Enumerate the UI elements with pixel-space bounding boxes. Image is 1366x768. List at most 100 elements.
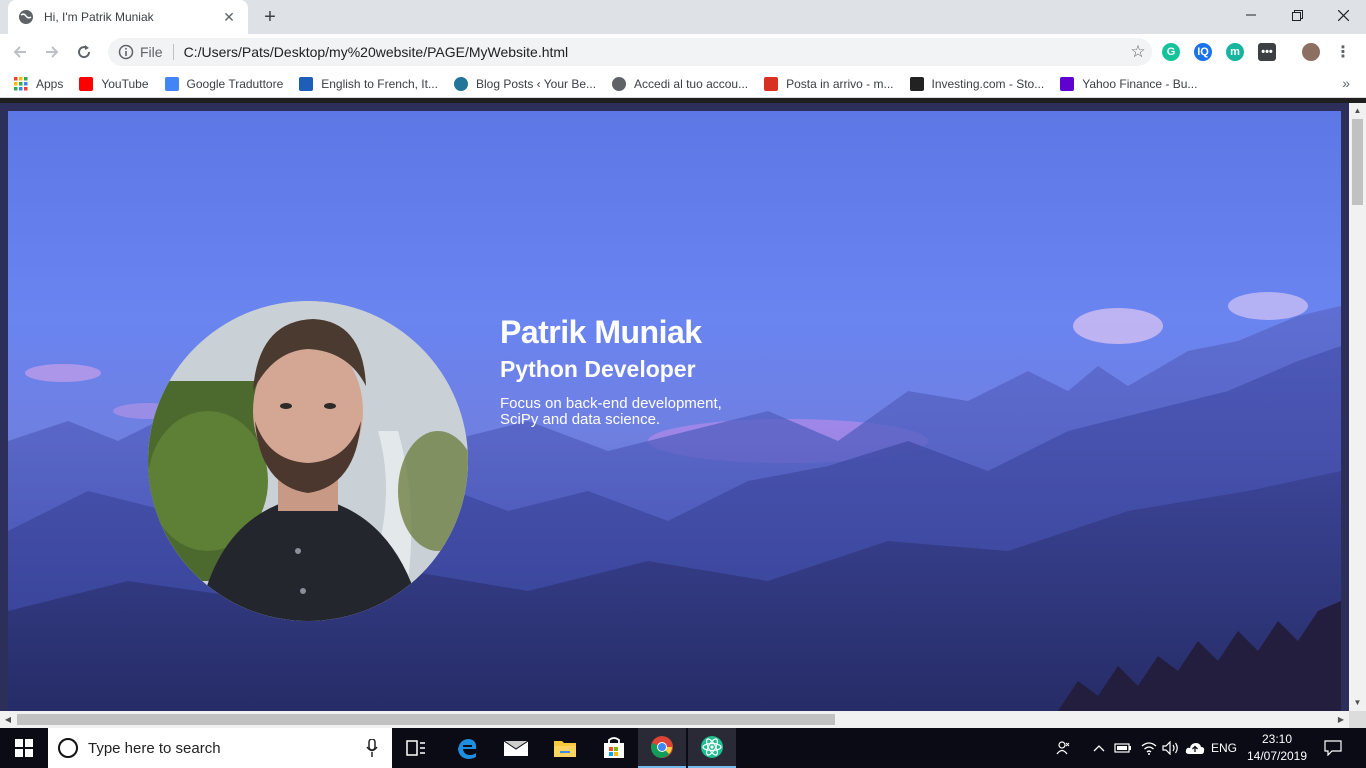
volume-icon[interactable] (1160, 728, 1182, 768)
bookmark-star-icon[interactable]: ☆ (1124, 42, 1152, 62)
language-indicator[interactable]: ENG (1208, 728, 1240, 768)
arrow-right-icon (46, 46, 59, 58)
bookmark-item[interactable]: Blog Posts ‹ Your Be... (453, 76, 597, 91)
bookmark-label: Yahoo Finance - Bu... (1082, 76, 1198, 91)
wifi-icon[interactable] (1138, 728, 1160, 768)
mail-button[interactable] (492, 728, 540, 768)
vertical-scrollbar[interactable]: ▲ ▼ (1349, 103, 1366, 711)
page-viewport: Patrik Muniak Python Developer Focus on … (0, 103, 1349, 711)
bookmark-item[interactable]: Yahoo Finance - Bu... (1060, 76, 1198, 91)
chrome-icon (651, 736, 673, 758)
google-translate-icon (164, 76, 179, 91)
portrait-illustration (148, 301, 468, 621)
forward-button[interactable] (36, 36, 68, 68)
iq-extension-icon[interactable]: IQ (1194, 43, 1212, 61)
bookmark-item[interactable]: English to French, It... (299, 76, 438, 91)
investing-icon (909, 76, 924, 91)
bookmark-item[interactable]: Investing.com - Sto... (909, 76, 1045, 91)
new-tab-button[interactable]: + (258, 6, 282, 30)
bookmark-item[interactable]: Accedi al tuo accou... (612, 76, 748, 91)
store-bag-icon (604, 737, 624, 758)
reload-icon (78, 45, 91, 59)
url-text[interactable]: C:/Users/Pats/Desktop/my%20website/PAGE/… (184, 44, 1124, 60)
vertical-scroll-thumb[interactable] (1352, 119, 1363, 205)
bookmark-item[interactable]: YouTube (79, 76, 149, 91)
scrollbar-corner (1349, 711, 1366, 728)
youtube-icon (79, 76, 94, 91)
start-button[interactable] (0, 728, 48, 768)
m-extension-icon[interactable]: m (1226, 43, 1244, 61)
grammarly-icon[interactable]: G (1162, 43, 1180, 61)
restore-icon (1291, 9, 1303, 21)
tab-strip: Hi, I'm Patrik Muniak ✕ + (0, 0, 1366, 34)
close-icon (1337, 9, 1349, 21)
scroll-down-icon[interactable]: ▼ (1349, 695, 1366, 711)
edge-icon (458, 739, 477, 759)
yahoo-icon (1060, 76, 1075, 91)
microphone-icon[interactable] (366, 739, 378, 757)
gmail-icon (764, 76, 779, 91)
tab-title: Hi, I'm Patrik Muniak (44, 10, 154, 24)
bookmark-item[interactable]: Google Traduttore (164, 76, 284, 91)
taskbar-search[interactable]: Type here to search (48, 728, 392, 768)
scroll-left-icon[interactable]: ◀ (0, 711, 16, 728)
bookmark-label: Blog Posts ‹ Your Be... (475, 76, 597, 91)
back-button[interactable] (4, 36, 36, 68)
wordreference-icon (299, 76, 314, 91)
chrome-taskbar-button[interactable] (638, 728, 686, 768)
file-explorer-button[interactable] (541, 728, 589, 768)
hero-description-line: SciPy and data science. (500, 411, 661, 428)
scroll-up-icon[interactable]: ▲ (1349, 103, 1366, 119)
chrome-menu-icon[interactable]: ⋮ (1334, 43, 1352, 61)
bookmark-label: English to French, It... (321, 76, 438, 91)
clock-date: 14/07/2019 (1246, 749, 1308, 763)
bookmark-label: Investing.com - Sto... (931, 76, 1045, 91)
browser-tab[interactable]: Hi, I'm Patrik Muniak ✕ (8, 0, 248, 34)
minimize-button[interactable] (1228, 0, 1274, 30)
address-bar[interactable]: File C:/Users/Pats/Desktop/my%20website/… (108, 38, 1152, 66)
folder-icon (554, 741, 576, 757)
profile-avatar[interactable] (1302, 43, 1320, 61)
atom-taskbar-button[interactable] (688, 728, 736, 768)
close-window-button[interactable] (1320, 0, 1366, 30)
scroll-right-icon[interactable]: ▶ (1333, 711, 1349, 728)
arrow-left-icon (13, 46, 26, 58)
people-icon[interactable] (1052, 728, 1076, 768)
hero-description: Focus on back-end development, SciPy and… (500, 396, 820, 428)
bookmark-label: Apps (36, 76, 64, 91)
close-tab-icon[interactable]: ✕ (220, 9, 238, 26)
reload-button[interactable] (68, 36, 100, 68)
horizontal-scrollbar[interactable]: ◀ ▶ (0, 711, 1349, 728)
store-button[interactable] (590, 728, 638, 768)
windows-logo-icon (15, 739, 33, 757)
edge-button[interactable] (443, 728, 491, 768)
info-icon[interactable] (118, 44, 134, 60)
bookmark-item[interactable]: Posta in arrivo - m... (764, 76, 894, 91)
clock[interactable]: 23:10 14/07/2019 (1238, 731, 1316, 765)
hero-name: Patrik Muniak (500, 314, 702, 350)
bookmarks-bar: Apps YouTube Google Traduttore English to F… (0, 70, 1366, 98)
hero-section: Patrik Muniak Python Developer Focus on … (8, 111, 1341, 711)
atom-icon (701, 736, 723, 758)
horizontal-scroll-thumb[interactable] (17, 714, 835, 725)
chevron-up-icon[interactable] (1090, 728, 1108, 768)
clock-time: 23:10 (1261, 732, 1293, 746)
onedrive-cloud-icon[interactable] (1183, 728, 1207, 768)
bookmarks-overflow-icon[interactable]: » (1342, 75, 1350, 91)
bookmark-label: Google Traduttore (186, 76, 284, 91)
bookmark-label: YouTube (101, 76, 149, 91)
bookmark-item[interactable]: Apps (14, 76, 64, 91)
task-view-button[interactable] (392, 728, 440, 768)
more-extension-icon[interactable]: ••• (1258, 43, 1276, 61)
task-view-icon (406, 740, 425, 756)
action-center-icon[interactable] (1318, 728, 1348, 768)
hero-role: Python Developer (500, 356, 696, 382)
apps-grid-icon (14, 76, 28, 91)
battery-icon[interactable] (1112, 728, 1134, 768)
address-scheme-label: File (140, 44, 163, 60)
hero-description-line: Focus on back-end development, (500, 395, 722, 412)
browser-toolbar: File C:/Users/Pats/Desktop/my%20website/… (0, 34, 1366, 70)
mail-icon (504, 740, 528, 756)
minimize-icon (1246, 14, 1256, 16)
restore-button[interactable] (1274, 0, 1320, 30)
